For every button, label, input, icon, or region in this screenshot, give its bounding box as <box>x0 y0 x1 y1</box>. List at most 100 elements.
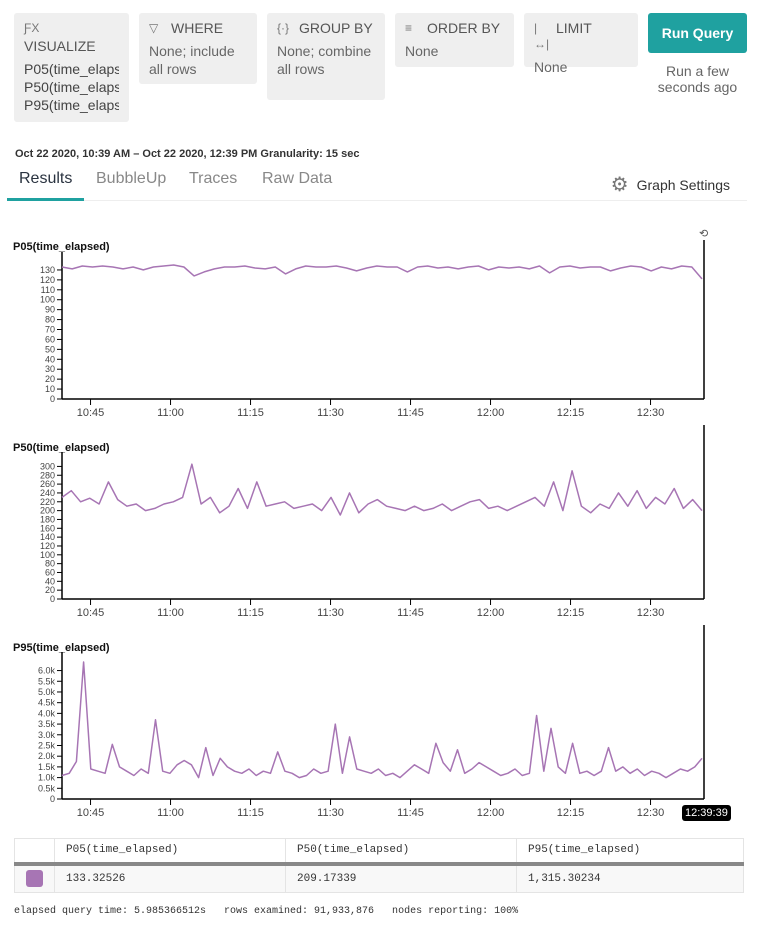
y-tick-label: 180 <box>40 514 55 524</box>
y-tick-label: 130 <box>40 265 55 275</box>
table-cell: 1,315.30234 <box>516 863 744 893</box>
y-tick-label: 4.5k <box>38 698 56 708</box>
y-tick-label: 30 <box>45 364 55 374</box>
braces-icon: {·} <box>277 21 290 35</box>
table-header[interactable]: P05(time_elapsed) <box>54 838 286 864</box>
y-tick-label: 160 <box>40 523 55 533</box>
y-tick-label: 0 <box>50 394 55 404</box>
y-tick-label: 100 <box>40 550 55 560</box>
visualize-clause[interactable]: ƒx VISUALIZE P05(time_elapsed) P50(time_e… <box>14 13 129 122</box>
y-tick-label: 120 <box>40 541 55 551</box>
run-status: Run a few seconds ago <box>657 63 738 95</box>
y-tick-label: 80 <box>45 559 55 569</box>
y-tick-label: 20 <box>45 585 55 595</box>
x-tick-label: 12:30 <box>637 407 665 419</box>
table-cell: 209.17339 <box>285 863 517 893</box>
series-line <box>61 661 703 779</box>
y-tick-label: 20 <box>45 374 55 384</box>
y-tick-label: 220 <box>40 497 55 507</box>
y-tick-label: 5.5k <box>38 676 56 686</box>
tab-results[interactable]: Results <box>7 170 84 201</box>
gear-icon: ⚙ <box>610 174 629 196</box>
series-swatch-cell <box>14 863 55 893</box>
run-query-button[interactable]: Run Query <box>648 13 747 53</box>
x-tick-label: 10:45 <box>77 607 105 619</box>
table-cell: 133.32526 <box>54 863 286 893</box>
reset-zoom-icon[interactable]: ⟲ <box>699 227 708 240</box>
x-tick-label: 11:45 <box>397 407 424 419</box>
order-by-label: ORDER BY <box>427 20 501 36</box>
table-row[interactable]: 133.32526 209.17339 1,315.30234 <box>14 863 744 893</box>
y-tick-label: 2.5k <box>38 740 56 750</box>
table-header[interactable]: P95(time_elapsed) <box>516 838 744 864</box>
y-tick-label: 0 <box>50 594 55 604</box>
x-tick-label: 11:15 <box>237 607 264 619</box>
y-tick-label: 2.0k <box>38 751 56 761</box>
sort-icon: ≡ <box>405 21 413 35</box>
chart-p95[interactable]: 00.5k1.0k1.5k2.0k2.5k3.0k3.5k4.0k4.5k5.0… <box>0 625 766 825</box>
y-tick-label: 4.0k <box>38 708 56 718</box>
table-header[interactable]: P50(time_elapsed) <box>285 838 517 864</box>
where-value: None; include all rows <box>149 43 235 77</box>
x-tick-label: 11:30 <box>317 807 344 819</box>
y-tick-label: 60 <box>45 567 55 577</box>
tab-traces[interactable]: Traces <box>189 170 237 201</box>
series-color-swatch[interactable] <box>26 870 43 888</box>
y-tick-label: 0.5k <box>38 783 56 793</box>
graph-settings-button[interactable]: ⚙ Graph Settings <box>611 172 730 197</box>
chart-p05[interactable]: 0102030405060708090100110120130 10:45 11:0… <box>0 240 766 425</box>
tab-raw-data[interactable]: Raw Data <box>262 170 332 201</box>
y-tick-label: 280 <box>40 470 55 480</box>
x-tick-label: 11:00 <box>157 807 184 819</box>
y-tick-label: 80 <box>45 315 55 325</box>
y-tick-label: 200 <box>40 506 55 516</box>
cursor-time-label: 12:39:39 <box>682 805 731 821</box>
x-tick-label: 12:30 <box>637 607 665 619</box>
y-tick-label: 260 <box>40 479 55 489</box>
x-tick-label: 11:15 <box>237 407 264 419</box>
visualize-item[interactable]: P50(time_elapsed) <box>24 78 119 96</box>
y-tick-label: 300 <box>40 461 55 471</box>
y-tick-label: 1.5k <box>38 762 56 772</box>
group-by-clause[interactable]: {·} GROUP BY None; combine all rows <box>267 13 385 100</box>
y-tick-label: 3.5k <box>38 719 56 729</box>
group-by-label: GROUP BY <box>299 20 373 36</box>
function-icon: ƒx <box>24 21 40 35</box>
y-tick-label: 140 <box>40 532 55 542</box>
y-tick-label: 3.0k <box>38 730 56 740</box>
visualize-item[interactable]: P95(time_elapsed) <box>24 96 119 114</box>
chart-p50[interactable]: 0204060801001201401601802002202402602803… <box>0 425 766 625</box>
y-tick-label: 60 <box>45 334 55 344</box>
y-tick-label: 100 <box>40 295 55 305</box>
y-tick-label: 6.0k <box>38 666 56 676</box>
limit-value: None <box>534 59 568 75</box>
x-tick-label: 11:30 <box>317 407 344 419</box>
x-tick-label: 11:15 <box>237 807 264 819</box>
where-label: WHERE <box>171 20 224 36</box>
y-tick-label: 10 <box>45 384 55 394</box>
series-line <box>61 463 703 516</box>
x-tick-label: 11:00 <box>157 407 184 419</box>
query-stats: elapsed query time: 5.985366512s rows ex… <box>14 906 519 917</box>
tab-bubbleup[interactable]: BubbleUp <box>96 170 166 201</box>
x-tick-label: 12:00 <box>477 807 505 819</box>
y-tick-label: 40 <box>45 576 55 586</box>
visualize-label: VISUALIZE <box>24 38 96 54</box>
order-by-clause[interactable]: ≡ ORDER BY None <box>395 13 514 67</box>
y-tick-label: 240 <box>40 488 55 498</box>
y-tick-label: 70 <box>45 325 55 335</box>
visualize-item[interactable]: P05(time_elapsed) <box>24 60 119 78</box>
y-tick-label: 110 <box>41 285 55 295</box>
x-tick-label: 12:15 <box>557 407 585 419</box>
time-range-label: Oct 22 2020, 10:39 AM – Oct 22 2020, 12:… <box>15 148 360 160</box>
limit-clause[interactable]: |↔| LIMIT None <box>524 13 638 75</box>
x-tick-label: 10:45 <box>77 807 105 819</box>
x-tick-label: 12:00 <box>477 407 505 419</box>
x-tick-label: 11:45 <box>397 807 424 819</box>
y-tick-label: 50 <box>45 344 55 354</box>
x-tick-label: 11:00 <box>157 607 184 619</box>
results-table: P05(time_elapsed) P50(time_elapsed) P95(… <box>14 838 744 893</box>
x-tick-label: 10:45 <box>77 407 105 419</box>
where-clause[interactable]: ▽ WHERE None; include all rows <box>139 13 257 84</box>
y-tick-label: 120 <box>40 275 55 285</box>
